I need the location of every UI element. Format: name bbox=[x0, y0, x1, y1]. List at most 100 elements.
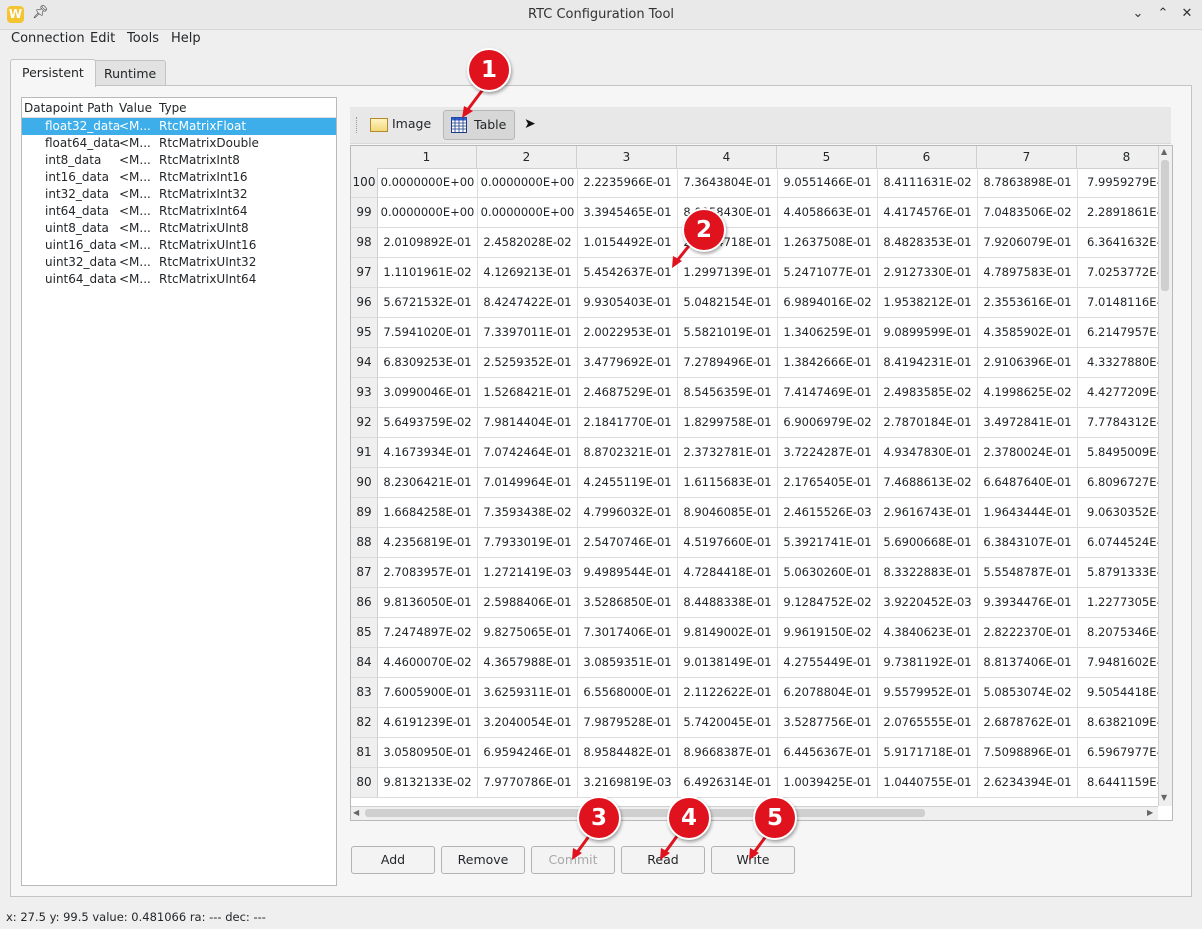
table-cell[interactable]: 7.9879528E-01 bbox=[578, 708, 678, 738]
table-cell[interactable]: 1.2721419E-03 bbox=[478, 558, 578, 588]
table-cell[interactable]: 4.1673934E-01 bbox=[378, 438, 478, 468]
toolbar-grip[interactable] bbox=[356, 117, 359, 133]
header-value[interactable]: Value bbox=[119, 101, 152, 115]
table-cell[interactable]: 4.4058663E-01 bbox=[778, 198, 878, 228]
row-header[interactable]: 83 bbox=[351, 678, 378, 708]
add-button[interactable]: Add bbox=[351, 846, 435, 874]
table-cell[interactable]: 5.4542637E-01 bbox=[578, 258, 678, 288]
table-cell[interactable]: 5.0482154E-01 bbox=[678, 288, 778, 318]
table-cell[interactable]: 8.8137406E-01 bbox=[978, 648, 1078, 678]
column-header[interactable]: 6 bbox=[877, 146, 977, 169]
table-cell[interactable]: 2.0109892E-01 bbox=[378, 228, 478, 258]
table-cell[interactable]: 9.7381192E-01 bbox=[878, 648, 978, 678]
row-header[interactable]: 91 bbox=[351, 438, 378, 468]
row-header[interactable]: 92 bbox=[351, 408, 378, 438]
table-cell[interactable]: 6.6487640E-01 bbox=[978, 468, 1078, 498]
table-cell[interactable]: 2.9127330E-01 bbox=[878, 258, 978, 288]
table-cell[interactable]: 7.5941020E-01 bbox=[378, 318, 478, 348]
column-header[interactable]: 4 bbox=[677, 146, 777, 169]
table-cell[interactable]: 5.6721532E-01 bbox=[378, 288, 478, 318]
table-cell[interactable]: 3.9220452E-03 bbox=[878, 588, 978, 618]
table-cell[interactable]: 4.1269213E-01 bbox=[478, 258, 578, 288]
tree-row[interactable]: uint8_data <M... RtcMatrixUInt8 bbox=[22, 220, 336, 237]
tree-row[interactable]: float32_data <M... RtcMatrixFloat bbox=[22, 118, 336, 135]
table-cell[interactable]: 3.2169819E-03 bbox=[578, 768, 678, 798]
table-cell[interactable]: 1.1101961E-02 bbox=[378, 258, 478, 288]
table-cell[interactable]: 4.6191239E-01 bbox=[378, 708, 478, 738]
menu-connection[interactable]: Connection bbox=[11, 31, 85, 46]
table-cell[interactable]: 4.3840623E-01 bbox=[878, 618, 978, 648]
tree-row[interactable]: int8_data <M... RtcMatrixInt8 bbox=[22, 152, 336, 169]
table-cell[interactable]: 9.8275065E-01 bbox=[478, 618, 578, 648]
scroll-left-icon[interactable]: ◀ bbox=[353, 808, 359, 817]
table-cell[interactable]: 3.2040054E-01 bbox=[478, 708, 578, 738]
table-cell[interactable]: 2.3732781E-01 bbox=[678, 438, 778, 468]
row-header[interactable]: 95 bbox=[351, 318, 378, 348]
table-cell[interactable]: 7.0742464E-01 bbox=[478, 438, 578, 468]
row-header[interactable]: 89 bbox=[351, 498, 378, 528]
column-header[interactable]: 7 bbox=[977, 146, 1077, 169]
table-cell[interactable]: 0.0000000E+00 bbox=[478, 198, 578, 228]
table-cell[interactable]: 8.7863898E-01 bbox=[978, 168, 1078, 198]
row-header[interactable]: 97 bbox=[351, 258, 378, 288]
tree-row[interactable]: float64_data <M... RtcMatrixDouble bbox=[22, 135, 336, 152]
table-cell[interactable]: 8.4247422E-01 bbox=[478, 288, 578, 318]
table-cell[interactable]: 9.0138149E-01 bbox=[678, 648, 778, 678]
table-cell[interactable]: 2.0765555E-01 bbox=[878, 708, 978, 738]
table-cell[interactable]: 2.6234394E-01 bbox=[978, 768, 1078, 798]
table-cell[interactable]: 3.4779692E-01 bbox=[578, 348, 678, 378]
row-header[interactable]: 93 bbox=[351, 378, 378, 408]
table-cell[interactable]: 2.3553616E-01 bbox=[978, 288, 1078, 318]
table-cell[interactable]: 3.3945465E-01 bbox=[578, 198, 678, 228]
table-cell[interactable]: 5.5821019E-01 bbox=[678, 318, 778, 348]
table-cell[interactable]: 7.3593438E-02 bbox=[478, 498, 578, 528]
remove-button[interactable]: Remove bbox=[441, 846, 525, 874]
table-cell[interactable]: 2.1841770E-01 bbox=[578, 408, 678, 438]
tree-row[interactable]: int64_data <M... RtcMatrixInt64 bbox=[22, 203, 336, 220]
scroll-right-icon[interactable]: ▶ bbox=[1147, 808, 1153, 817]
tree-row[interactable]: uint32_data <M... RtcMatrixUInt32 bbox=[22, 254, 336, 271]
tab-runtime[interactable]: Runtime bbox=[92, 60, 166, 86]
table-cell[interactable]: 2.7870184E-01 bbox=[878, 408, 978, 438]
table-cell[interactable]: 1.6115683E-01 bbox=[678, 468, 778, 498]
table-cell[interactable]: 2.7083957E-01 bbox=[378, 558, 478, 588]
table-cell[interactable]: 2.0022953E-01 bbox=[578, 318, 678, 348]
table-cell[interactable]: 1.0440755E-01 bbox=[878, 768, 978, 798]
table-cell[interactable]: 2.8222370E-01 bbox=[978, 618, 1078, 648]
table-cell[interactable]: 1.6684258E-01 bbox=[378, 498, 478, 528]
table-cell[interactable]: 8.9584482E-01 bbox=[578, 738, 678, 768]
table-cell[interactable]: 2.2235966E-01 bbox=[578, 168, 678, 198]
table-cell[interactable]: 4.3585902E-01 bbox=[978, 318, 1078, 348]
menu-edit[interactable]: Edit bbox=[90, 31, 115, 46]
table-cell[interactable]: 7.9814404E-01 bbox=[478, 408, 578, 438]
table-cell[interactable]: 0.0000000E+00 bbox=[378, 168, 478, 198]
table-cell[interactable]: 4.2755449E-01 bbox=[778, 648, 878, 678]
table-cell[interactable]: 6.5568000E-01 bbox=[578, 678, 678, 708]
table-cell[interactable]: 7.7933019E-01 bbox=[478, 528, 578, 558]
row-header[interactable]: 85 bbox=[351, 618, 378, 648]
row-header[interactable]: 96 bbox=[351, 288, 378, 318]
table-cell[interactable]: 4.7897583E-01 bbox=[978, 258, 1078, 288]
table-cell[interactable]: 9.9305403E-01 bbox=[578, 288, 678, 318]
row-header[interactable]: 98 bbox=[351, 228, 378, 258]
row-header[interactable]: 84 bbox=[351, 648, 378, 678]
datapoint-tree[interactable]: Datapoint Path Value Type float32_data <M… bbox=[21, 97, 337, 886]
table-cell[interactable]: 5.6900668E-01 bbox=[878, 528, 978, 558]
table-cell[interactable]: 6.3843107E-01 bbox=[978, 528, 1078, 558]
table-cell[interactable]: 9.9619150E-02 bbox=[778, 618, 878, 648]
row-header[interactable]: 87 bbox=[351, 558, 378, 588]
table-cell[interactable]: 8.2306421E-01 bbox=[378, 468, 478, 498]
table-cell[interactable]: 8.4488338E-01 bbox=[678, 588, 778, 618]
tree-row[interactable]: int32_data <M... RtcMatrixInt32 bbox=[22, 186, 336, 203]
table-cell[interactable]: 4.1998625E-02 bbox=[978, 378, 1078, 408]
table-cell[interactable]: 5.0853074E-02 bbox=[978, 678, 1078, 708]
image-view-button[interactable]: Image bbox=[362, 110, 439, 138]
table-cell[interactable]: 2.5259352E-01 bbox=[478, 348, 578, 378]
table-cell[interactable]: 8.4194231E-01 bbox=[878, 348, 978, 378]
table-cell[interactable]: 3.5286850E-01 bbox=[578, 588, 678, 618]
table-cell[interactable]: 4.9347830E-01 bbox=[878, 438, 978, 468]
row-header[interactable]: 80 bbox=[351, 768, 378, 798]
vertical-scroll-thumb[interactable] bbox=[1161, 160, 1169, 291]
menu-help[interactable]: Help bbox=[171, 31, 201, 46]
table-cell[interactable]: 2.9106396E-01 bbox=[978, 348, 1078, 378]
